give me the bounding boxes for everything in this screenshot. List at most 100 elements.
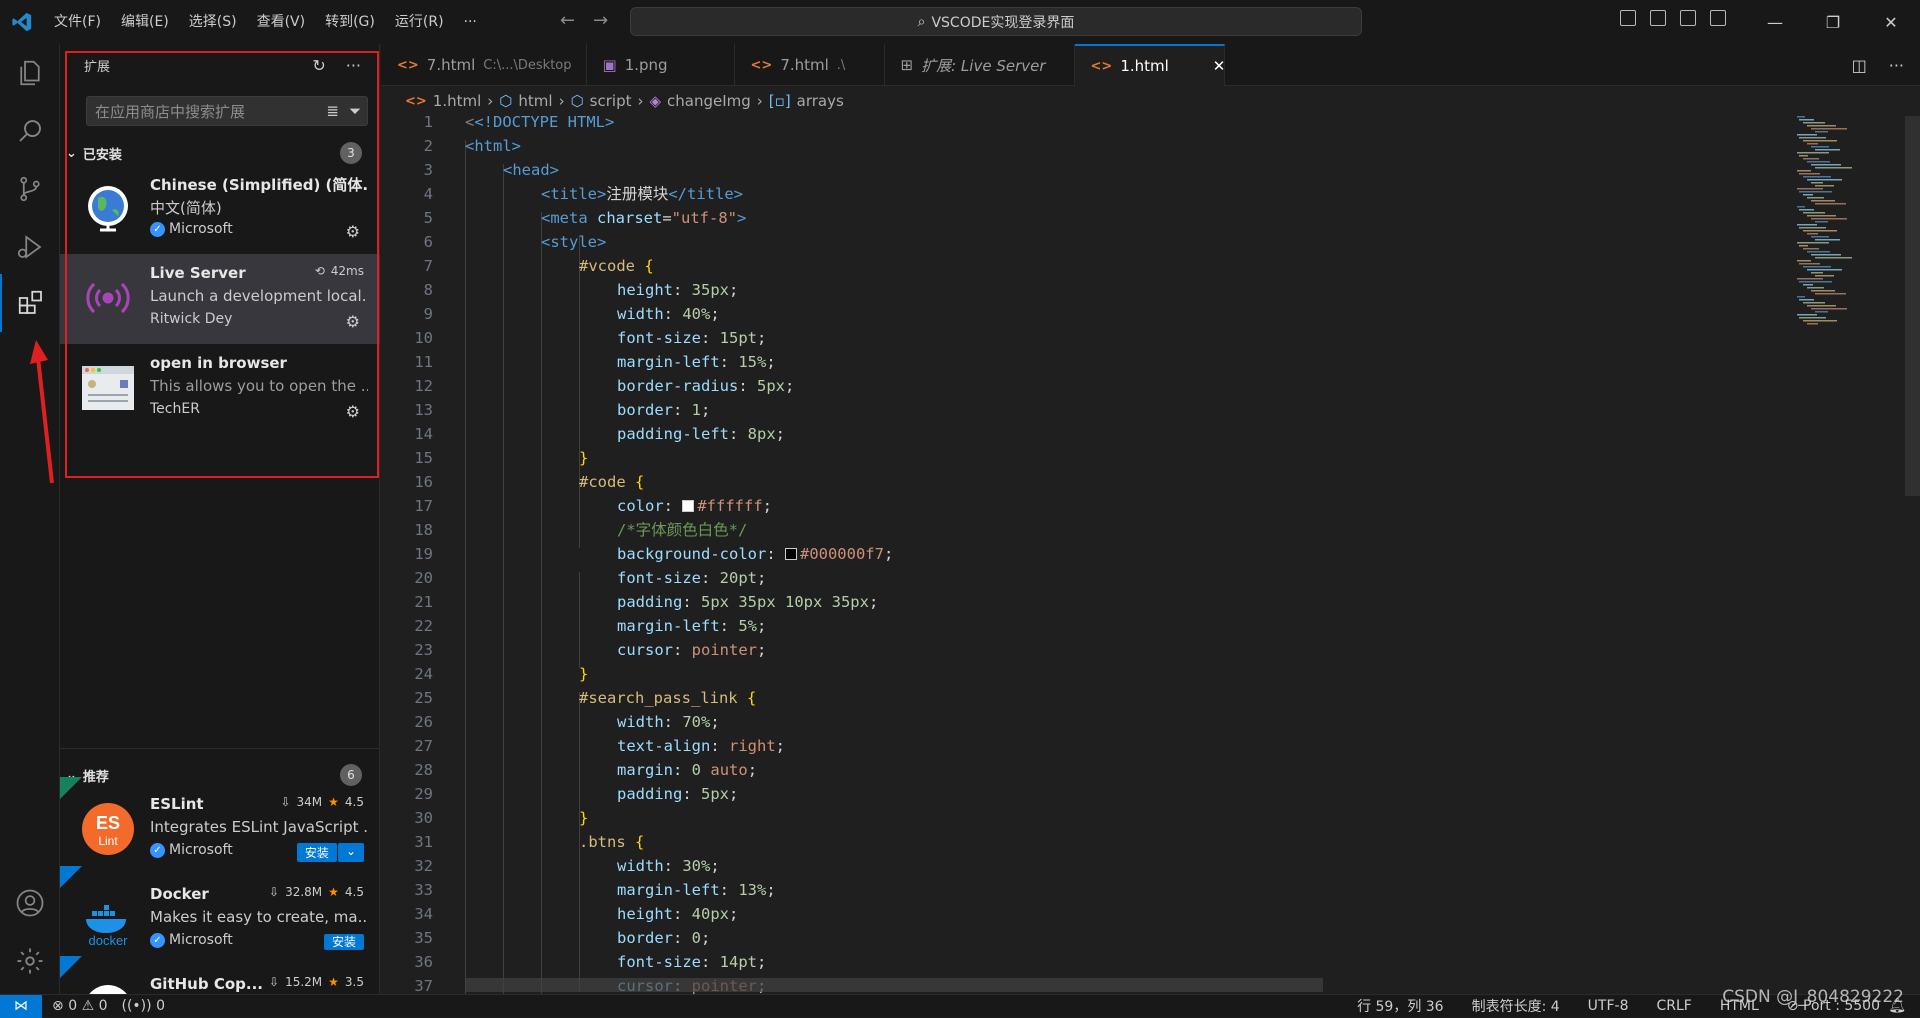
scrollbar-thumb[interactable] — [1905, 116, 1920, 496]
code-line[interactable]: 34 height: 40px; — [381, 902, 1781, 926]
code-line[interactable]: 13 border: 1; — [381, 398, 1781, 422]
toggle-primary-sidebar-icon[interactable] — [1620, 10, 1636, 26]
code-line[interactable]: 33 margin-left: 13%; — [381, 878, 1781, 902]
breadcrumb-html[interactable]: html — [518, 92, 552, 110]
ports-indicator[interactable]: ((•)) 0 — [122, 998, 165, 1014]
customize-layout-icon[interactable] — [1710, 10, 1726, 26]
code-line[interactable]: 6 <style> — [381, 230, 1781, 254]
horizontal-scrollbar-thumb[interactable] — [465, 978, 1323, 992]
run-debug-icon[interactable] — [0, 218, 60, 276]
code-line[interactable]: 8 height: 35px; — [381, 278, 1781, 302]
menu-file[interactable]: 文件(F) — [44, 0, 111, 44]
minimize-button[interactable]: — — [1746, 0, 1804, 44]
account-icon[interactable] — [0, 874, 60, 932]
back-arrow-icon[interactable]: ← — [560, 10, 575, 31]
color-swatch-icon[interactable] — [682, 500, 695, 512]
breadcrumb-function[interactable]: changeImg — [667, 92, 751, 110]
breadcrumb-script[interactable]: script — [590, 92, 632, 110]
gear-icon[interactable]: ⚙ — [346, 222, 360, 241]
code-line[interactable]: 11 margin-left: 15%; — [381, 350, 1781, 374]
code-line[interactable]: 17 color: #ffffff; — [381, 494, 1781, 518]
toggle-panel-icon[interactable] — [1650, 10, 1666, 26]
code-line[interactable]: 22 margin-left: 5%; — [381, 614, 1781, 638]
code-line[interactable]: 16 #code { — [381, 470, 1781, 494]
code-line[interactable]: 12 border-radius: 5px; — [381, 374, 1781, 398]
code-line[interactable]: 18 /*字体颜色白色*/ — [381, 518, 1781, 542]
code-line[interactable]: 23 cursor: pointer; — [381, 638, 1781, 662]
code-line[interactable]: 28 margin: 0 auto; — [381, 758, 1781, 782]
code-line[interactable]: 29 padding: 5px; — [381, 782, 1781, 806]
code-line[interactable]: 32 width: 30%; — [381, 854, 1781, 878]
close-window-button[interactable]: ✕ — [1862, 0, 1920, 44]
end-of-line[interactable]: CRLF — [1656, 998, 1691, 1014]
code-line[interactable]: 15} — [381, 446, 1781, 470]
split-editor-icon[interactable]: ◫ — [1852, 56, 1867, 75]
menu-edit[interactable]: 编辑(E) — [111, 0, 179, 44]
installed-section-header[interactable]: ⌄ 已安装 3 — [60, 141, 380, 165]
command-center-search[interactable]: ⌕ VSCODE实现登录界面 — [630, 7, 1362, 36]
more-actions-icon[interactable]: ··· — [1889, 56, 1904, 75]
recommended-section-header[interactable]: ⌄ 推荐 6 — [60, 763, 380, 787]
code-line[interactable]: 1 <<!DOCTYPE HTML> — [381, 116, 1781, 134]
code-line[interactable]: 20 font-size: 20pt; — [381, 566, 1781, 590]
code-line[interactable]: 5 <meta charset="utf-8"> — [381, 206, 1781, 230]
source-control-icon[interactable] — [0, 160, 60, 218]
minimap[interactable] — [1785, 116, 1905, 994]
extensions-icon[interactable] — [0, 274, 60, 332]
problems-indicator[interactable]: ⊗ 0 ⚠ 0 — [52, 998, 108, 1014]
code-editor[interactable]: 1 <<!DOCTYPE HTML> 2 <html> 3 <head> 4 <title>注… — [381, 116, 1920, 994]
code-line[interactable]: 27 text-align: right; — [381, 734, 1781, 758]
encoding[interactable]: UTF-8 — [1588, 998, 1629, 1014]
extension-item-docker[interactable]: docker Docker ⇩ 32.8M ★ 4.5 Makes it easy t… — [60, 875, 380, 965]
filter-icon[interactable]: ⏷ — [349, 102, 361, 120]
breadcrumb-file[interactable]: 1.html — [433, 92, 481, 110]
menu-selection[interactable]: 选择(S) — [179, 0, 247, 44]
code-line[interactable]: 10 font-size: 15pt; — [381, 326, 1781, 350]
extension-item-eslint[interactable]: ES Lint ESLint ⇩ 34M ★ 4.5 Integrates ESLint… — [60, 785, 380, 875]
explorer-icon[interactable] — [0, 44, 60, 102]
close-tab-icon[interactable]: ✕ — [1213, 57, 1226, 75]
install-button[interactable]: 安装 — [323, 934, 364, 950]
extension-item-github-copilot[interactable]: GitHub Cop... ⇩ 15.2M ★ 3.5 — [60, 965, 380, 994]
menu-view[interactable]: 查看(V) — [247, 0, 316, 44]
code-line[interactable]: 3 <head> — [381, 158, 1781, 182]
code-line[interactable]: 24} — [381, 662, 1781, 686]
forward-arrow-icon[interactable]: → — [593, 10, 608, 31]
install-dropdown-icon[interactable]: ⌄ — [337, 843, 364, 862]
tab-7html-desktop[interactable]: <> 7.html C:\...\Desktop — [381, 44, 587, 86]
code-line[interactable]: 7 #vcode { — [381, 254, 1781, 278]
more-actions-icon[interactable]: ··· — [346, 56, 361, 75]
code-line[interactable]: 9 width: 40%; — [381, 302, 1781, 326]
tab-1png[interactable]: ▣ 1.png — [587, 44, 735, 86]
refresh-icon[interactable]: ↻ — [312, 56, 325, 75]
menu-run[interactable]: 运行(R) — [385, 0, 454, 44]
install-button[interactable]: 安装 — [296, 843, 337, 862]
restore-button[interactable]: ❐ — [1804, 0, 1862, 44]
menu-go[interactable]: 转到(G) — [315, 0, 385, 44]
code-line[interactable]: 35 border: 0; — [381, 926, 1781, 950]
breadcrumb-variable[interactable]: arrays — [797, 92, 844, 110]
code-line[interactable]: 2 <html> — [381, 134, 1781, 158]
code-line[interactable]: 14 padding-left: 8px; — [381, 422, 1781, 446]
tab-extension-live-server[interactable]: ⊞ 扩展: Live Server — [885, 44, 1075, 86]
manage-gear-icon[interactable] — [0, 932, 60, 990]
gear-icon[interactable]: ⚙ — [346, 312, 360, 331]
code-line[interactable]: 30} — [381, 806, 1781, 830]
extension-item-chinese[interactable]: Chinese (Simplified) (简体... 中文(简体) ✓ Micr… — [60, 164, 380, 254]
code-line[interactable]: 21 padding: 5px 35px 10px 35px; — [381, 590, 1781, 614]
extension-item-live-server[interactable]: Live Server ⟲ 42ms Launch a development l… — [60, 254, 380, 344]
code-line[interactable]: 4 <title>注册模块</title> — [381, 182, 1781, 206]
tab-1html[interactable]: <> 1.html ✕ — [1074, 44, 1226, 86]
search-icon[interactable] — [0, 102, 60, 160]
indentation[interactable]: 制表符长度: 4 — [1472, 996, 1560, 1016]
toggle-secondary-sidebar-icon[interactable] — [1680, 10, 1696, 26]
code-line[interactable]: 25 #search_pass_link { — [381, 686, 1781, 710]
code-line[interactable]: 26 width: 70%; — [381, 710, 1781, 734]
extension-search-input[interactable]: 在应用商店中搜索扩展 ≣ ⏷ — [86, 96, 368, 126]
color-swatch-icon[interactable] — [784, 548, 797, 560]
tab-7html-local[interactable]: <> 7.html .\ — [735, 44, 885, 86]
extension-item-open-in-browser[interactable]: open in browser This allows you to open … — [60, 344, 380, 434]
clear-filter-icon[interactable]: ≣ — [326, 102, 339, 120]
gear-icon[interactable]: ⚙ — [346, 402, 360, 421]
code-line[interactable]: 19 background-color: #000000f7; — [381, 542, 1781, 566]
